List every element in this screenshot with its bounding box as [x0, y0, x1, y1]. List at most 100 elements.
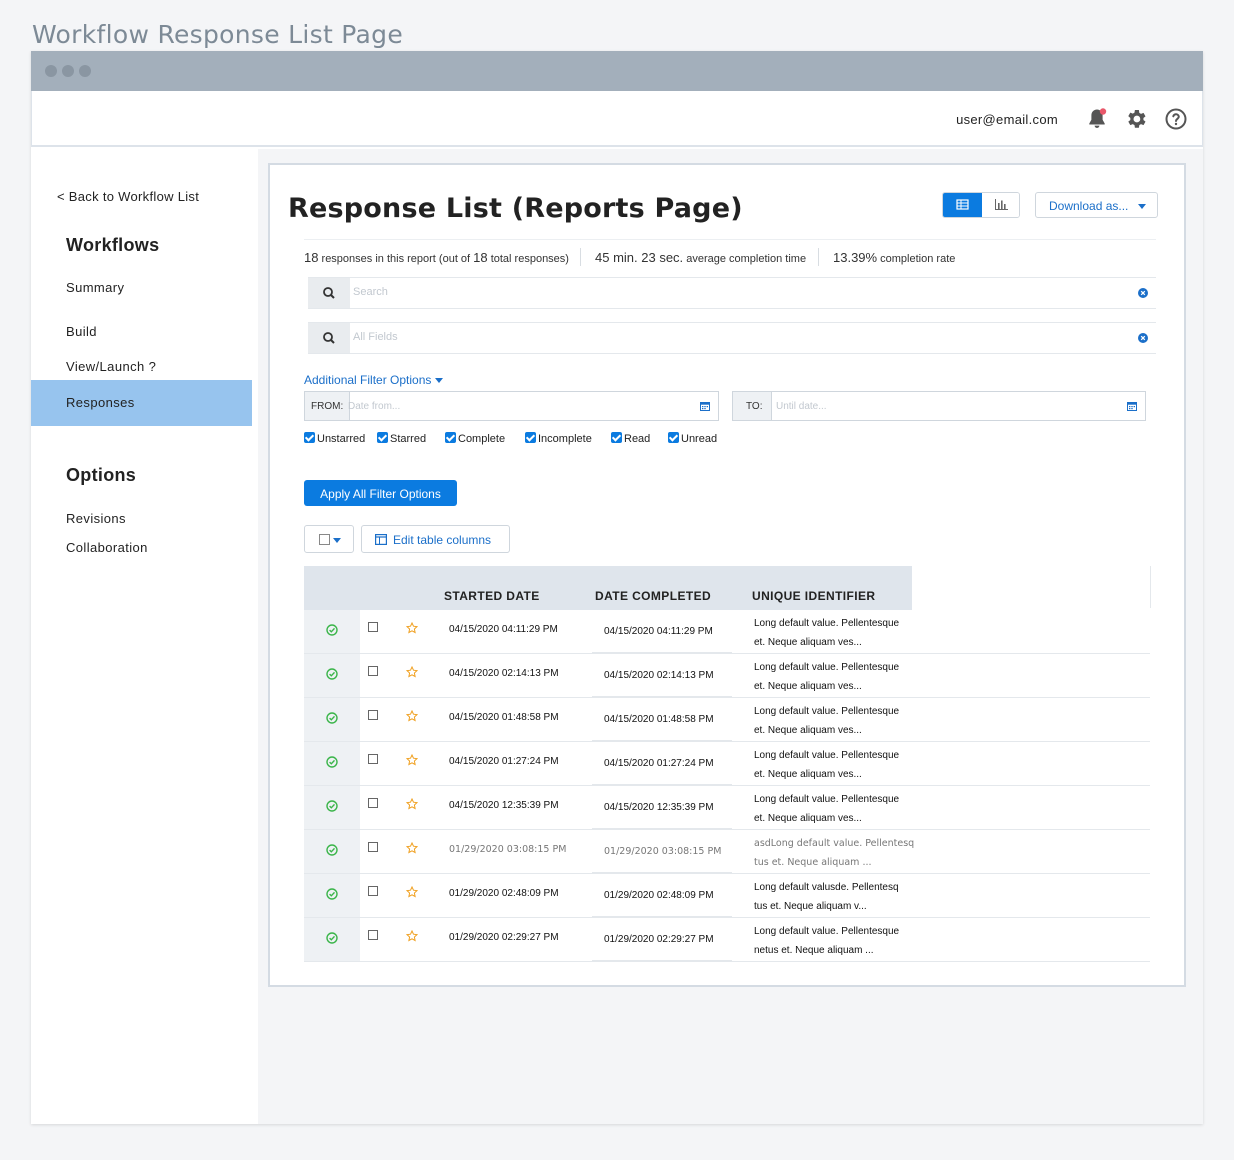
sidebar-item-collaboration[interactable]: Collaboration — [66, 540, 148, 555]
apply-filters-button[interactable]: Apply All Filter Options — [304, 480, 457, 506]
search-input[interactable]: Search — [353, 286, 388, 298]
unique-identifier-cell: Long default value. Pellentesque et. Nequ… — [754, 658, 914, 696]
row-checkbox[interactable] — [368, 842, 378, 852]
read-checkbox[interactable]: Read — [611, 432, 650, 445]
row-checkbox[interactable] — [368, 798, 378, 808]
column-header-unique-identifier[interactable]: UNIQUE IDENTIFIER — [752, 589, 875, 603]
bulk-select-dropdown[interactable] — [304, 525, 354, 553]
date-from-input[interactable]: Date from... — [348, 401, 400, 412]
star-icon[interactable] — [406, 666, 418, 678]
response-list-panel: Response List (Reports Page) Download as… — [268, 163, 1186, 987]
table-row[interactable]: 01/29/2020 03:08:15 PM 01/29/2020 03:08:1… — [304, 830, 1150, 874]
row-checkbox[interactable] — [368, 710, 378, 720]
column-header-started-date[interactable]: STARTED DATE — [444, 589, 540, 603]
table-row[interactable]: 04/15/2020 01:27:24 PM 04/15/2020 01:27:2… — [304, 742, 1150, 786]
help-icon[interactable] — [1164, 107, 1188, 131]
sidebar-item-revisions[interactable]: Revisions — [66, 511, 126, 526]
row-checkbox[interactable] — [368, 930, 378, 940]
star-icon[interactable] — [406, 710, 418, 722]
bell-icon[interactable] — [1085, 107, 1109, 131]
row-checkbox[interactable] — [368, 666, 378, 676]
table-view-button[interactable] — [943, 193, 982, 217]
table-row[interactable]: 01/29/2020 02:29:27 PM 01/29/2020 02:29:2… — [304, 918, 1150, 962]
checkbox-checked-icon — [304, 432, 315, 443]
column-header-date-completed[interactable]: DATE COMPLETED — [595, 589, 711, 603]
unique-identifier-line: Long default value. Pellentesque — [754, 794, 900, 805]
star-icon[interactable] — [406, 930, 418, 942]
cell-divider — [592, 740, 732, 741]
table-row[interactable]: 01/29/2020 02:48:09 PM 01/29/2020 02:48:0… — [304, 874, 1150, 918]
window-dot-close[interactable] — [45, 65, 57, 77]
gear-icon[interactable] — [1124, 107, 1148, 131]
started-date-cell: 04/15/2020 04:11:29 PM — [449, 624, 558, 635]
complete-checkbox[interactable]: Complete — [445, 432, 505, 445]
additional-filter-options-label: Additional Filter Options — [304, 373, 432, 387]
window-dot-minimize[interactable] — [62, 65, 74, 77]
download-as-label: Download as... — [1049, 199, 1129, 213]
date-to-field[interactable]: TO: Until date... — [732, 391, 1146, 421]
select-all-checkbox[interactable] — [319, 534, 330, 545]
all-fields-input[interactable]: All Fields — [353, 331, 398, 343]
columns-icon — [375, 534, 387, 545]
star-icon[interactable] — [406, 622, 418, 634]
download-as-dropdown[interactable]: Download as... — [1035, 192, 1158, 218]
calendar-icon[interactable] — [1127, 401, 1137, 411]
clear-fields-icon[interactable] — [1138, 333, 1148, 343]
started-date-cell: 04/15/2020 02:14:13 PM — [449, 668, 559, 679]
started-date-cell: 01/29/2020 02:29:27 PM — [449, 932, 559, 943]
edit-table-columns-button[interactable]: Edit table columns — [361, 525, 510, 553]
unique-identifier-line: Long default valusde. Pellentesq — [754, 882, 899, 893]
responses-stat: 18 responses in this report (out of 18 t… — [304, 250, 569, 265]
star-icon[interactable] — [406, 886, 418, 898]
unique-identifier-line: tus et. Neque aliquam v... — [754, 901, 867, 912]
field-search-button[interactable] — [308, 323, 350, 353]
table-row[interactable]: 04/15/2020 01:48:58 PM 04/15/2020 01:48:5… — [304, 698, 1150, 742]
sidebar: < Back to Workflow List Workflows Summar… — [31, 147, 258, 1124]
user-email[interactable]: user@email.com — [956, 112, 1058, 127]
bar-chart-icon — [995, 199, 1008, 210]
star-icon[interactable] — [406, 754, 418, 766]
table-row[interactable]: 04/15/2020 12:35:39 PM 04/15/2020 12:35:3… — [304, 786, 1150, 830]
edit-table-columns-label: Edit table columns — [393, 533, 492, 547]
row-checkbox[interactable] — [368, 622, 378, 632]
sidebar-item-summary[interactable]: Summary — [66, 280, 124, 295]
calendar-icon[interactable] — [700, 401, 710, 411]
row-divider — [360, 961, 1150, 962]
date-from-field[interactable]: FROM: Date from... — [304, 391, 719, 421]
sidebar-item-view-launch[interactable]: View/Launch ? — [66, 359, 156, 374]
incomplete-checkbox[interactable]: Incomplete — [525, 432, 592, 445]
table-row[interactable]: 04/15/2020 02:14:13 PM 04/15/2020 02:14:1… — [304, 654, 1150, 698]
star-icon[interactable] — [406, 798, 418, 810]
search-icon — [323, 332, 335, 344]
unread-checkbox[interactable]: Unread — [668, 432, 717, 445]
started-date-cell: 01/29/2020 03:08:15 PM — [449, 844, 567, 855]
chart-view-button[interactable] — [982, 193, 1019, 217]
row-checkbox[interactable] — [368, 754, 378, 764]
unique-identifier-line: et. Neque aliquam ves... — [754, 769, 862, 780]
checkbox-checked-icon — [611, 432, 622, 443]
cell-divider — [592, 960, 732, 961]
unique-identifier-line: Long default value. Pellentesque — [754, 926, 900, 937]
row-checkbox[interactable] — [368, 886, 378, 896]
unique-identifier-line: netus et. Neque aliquam ... — [754, 945, 874, 956]
additional-filter-options-toggle[interactable]: Additional Filter Options — [304, 373, 444, 387]
window-dot-maximize[interactable] — [79, 65, 91, 77]
complete-check-icon — [326, 932, 338, 944]
complete-check-icon — [326, 888, 338, 900]
browser-window: user@email.com < Back to Workflow List W… — [31, 51, 1203, 1124]
sidebar-item-responses[interactable]: Responses — [31, 380, 252, 426]
view-toggle — [942, 192, 1020, 218]
star-icon[interactable] — [406, 842, 418, 854]
table-row[interactable]: 04/15/2020 04:11:29 PM 04/15/2020 04:11:2… — [304, 610, 1150, 654]
unique-identifier-line: asdLong default value. Pellentesq — [754, 838, 914, 849]
back-to-workflow-list-link[interactable]: < Back to Workflow List — [57, 189, 199, 204]
clear-search-icon[interactable] — [1138, 288, 1148, 298]
unstarred-checkbox[interactable]: Unstarred — [304, 432, 365, 445]
sidebar-item-build[interactable]: Build — [66, 324, 97, 339]
complete-check-icon — [326, 844, 338, 856]
unique-identifier-cell: Long default value. Pellentesque et. Nequ… — [754, 614, 914, 652]
date-to-input[interactable]: Until date... — [776, 401, 827, 412]
search-button[interactable] — [308, 278, 350, 308]
starred-checkbox[interactable]: Starred — [377, 432, 426, 445]
stats-divider — [818, 248, 819, 266]
